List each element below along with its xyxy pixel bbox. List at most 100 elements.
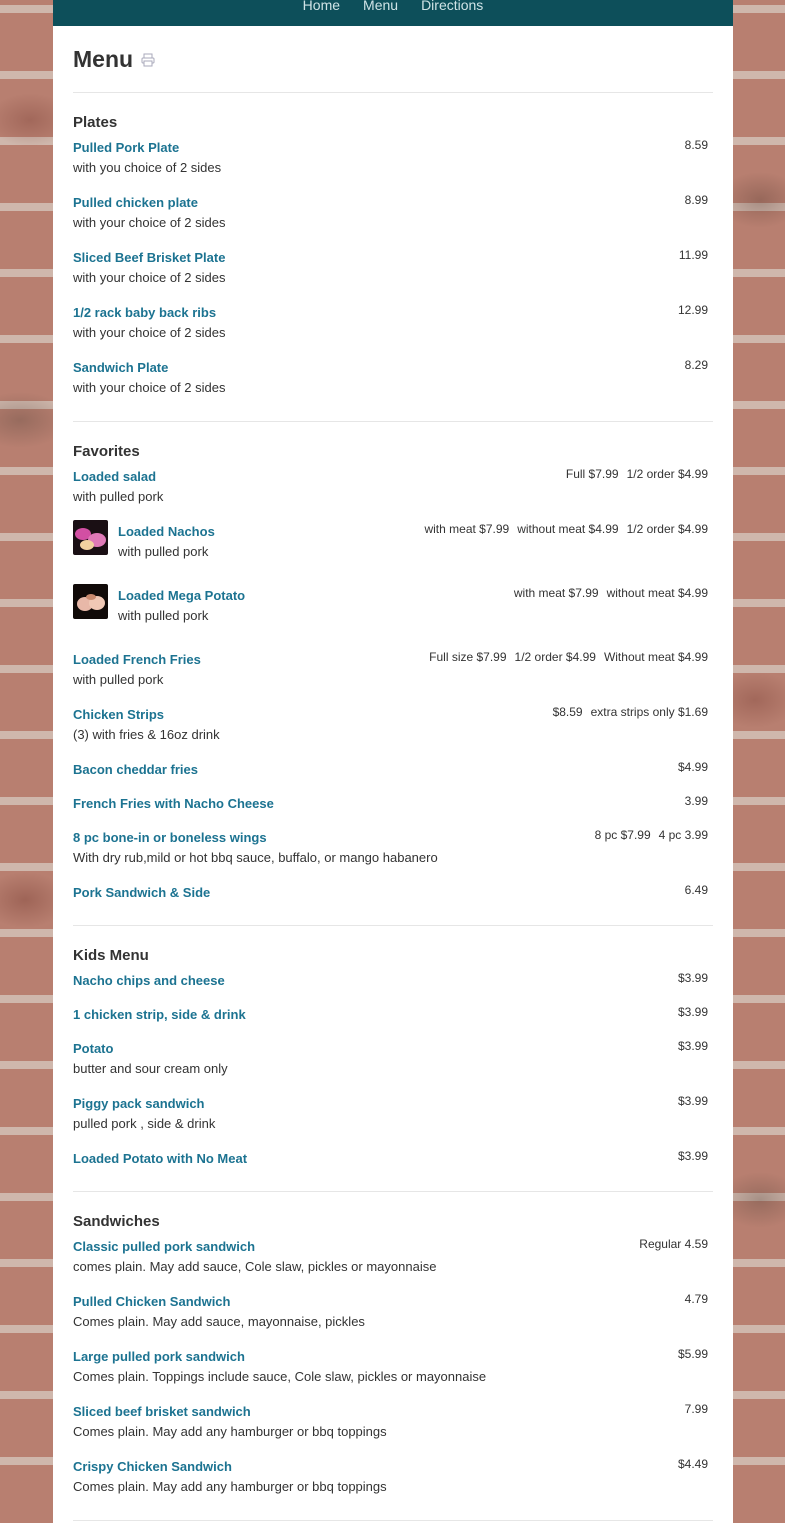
menu-item: Classic pulled pork sandwich comes plain.… — [73, 1237, 713, 1292]
menu-item-description: comes plain. May add sauce, Cole slaw, p… — [73, 1259, 437, 1274]
menu-item-text: Nacho chips and cheese — [73, 971, 713, 991]
price-label: 11.99 — [678, 248, 708, 262]
menu-item-description: with your choice of 2 sides — [73, 270, 226, 285]
menu-item-name-link[interactable]: Loaded Potato with No Meat — [73, 1149, 713, 1169]
menu-item: Loaded Potato with No Meat $3.99 — [73, 1149, 713, 1183]
menu-item-text: Pork Sandwich & Side — [73, 883, 713, 903]
price-label: without meat $4.99 — [606, 586, 708, 600]
menu-item-description: butter and sour cream only — [73, 1061, 228, 1076]
menu-item-name-link[interactable]: Crispy Chicken Sandwich — [73, 1457, 713, 1477]
menu-item-name-link[interactable]: 1 chicken strip, side & drink — [73, 1005, 713, 1025]
menu-item: 8 pc bone-in or boneless wings With dry r… — [73, 828, 713, 883]
price-label: 1/2 order $4.99 — [514, 650, 596, 664]
menu-item-prices: Regular 4.59 — [631, 1234, 708, 1254]
price-label: Full $7.99 — [565, 467, 619, 481]
price-label: extra strips only $1.69 — [590, 705, 708, 719]
menu-item-prices: with meat $7.99 without meat $4.99 1/2 ord… — [416, 519, 708, 539]
menu-item: Pulled Pork Plate with you choice of 2 si… — [73, 138, 713, 193]
menu-item-prices: 11.99 — [671, 245, 708, 265]
price-label: 1/2 order $4.99 — [626, 467, 708, 481]
menu-item-name-link[interactable]: Nacho chips and cheese — [73, 971, 713, 991]
menu-item: Loaded French Fries with pulled pork Full … — [73, 650, 713, 705]
menu-item-name-link[interactable]: Piggy pack sandwich — [73, 1094, 713, 1114]
menu-section: Favorites Loaded salad with pulled pork Ful… — [73, 422, 713, 926]
price-label: $3.99 — [677, 1005, 708, 1019]
top-nav: Home Menu Directions — [53, 0, 733, 26]
menu-item-name-link[interactable]: Classic pulled pork sandwich — [73, 1237, 713, 1257]
menu-item-name-link[interactable]: Potato — [73, 1039, 713, 1059]
price-label: 4 pc 3.99 — [658, 828, 708, 842]
price-label: 3.99 — [684, 794, 708, 808]
page-header: Menu — [73, 46, 713, 93]
menu-item-name-link[interactable]: Pork Sandwich & Side — [73, 883, 713, 903]
price-label: 8.59 — [684, 138, 708, 152]
menu-item-description: with you choice of 2 sides — [73, 160, 222, 175]
menu-item-prices: 6.49 — [677, 880, 708, 900]
menu-item-prices: Full $7.99 1/2 order $4.99 — [558, 464, 708, 484]
nav-directions-link[interactable]: Directions — [421, 0, 483, 26]
menu-item-text: Large pulled pork sandwich Comes plain. T… — [73, 1347, 713, 1387]
menu-item-text: 1 chicken strip, side & drink — [73, 1005, 713, 1025]
menu-item: Sliced beef brisket sandwich Comes plain.… — [73, 1402, 713, 1457]
menu-item-name-link[interactable]: Pulled chicken plate — [73, 193, 713, 213]
nav-menu-link[interactable]: Menu — [363, 0, 398, 26]
price-label: $8.59 — [552, 705, 583, 719]
menu-item-description: (3) with fries & 16oz drink — [73, 727, 220, 742]
menu-item: French Fries with Nacho Cheese 3.99 — [73, 794, 713, 828]
menu-item-text: Pulled Chicken Sandwich Comes plain. May … — [73, 1292, 713, 1332]
price-label: with meat $7.99 — [424, 522, 510, 536]
menu-section: Plates Pulled Pork Plate with you choice o… — [73, 93, 713, 422]
menu-item-text: Pulled chicken plate with your choice of … — [73, 193, 713, 233]
menu-item-name-link[interactable]: Bacon cheddar fries — [73, 760, 713, 780]
menu-item-text: Sliced beef brisket sandwich Comes plain.… — [73, 1402, 713, 1442]
menu-item-description: Comes plain. May add any hamburger or bb… — [73, 1424, 387, 1439]
menu-item-prices: 8 pc $7.99 4 pc 3.99 — [587, 825, 708, 845]
menu-item-name-link[interactable]: Sliced beef brisket sandwich — [73, 1402, 713, 1422]
price-label: $4.99 — [677, 760, 708, 774]
potato-thumbnail[interactable] — [73, 584, 108, 619]
menu-item-description: with your choice of 2 sides — [73, 325, 226, 340]
menu-item-prices: 3.99 — [677, 791, 708, 811]
menu-item-prices: 8.59 — [677, 135, 708, 155]
menu-item-name-link[interactable]: Sliced Beef Brisket Plate — [73, 248, 713, 268]
menu-item-name-link[interactable]: Pulled Pork Plate — [73, 138, 713, 158]
menu-item-description: with pulled pork — [73, 489, 164, 504]
price-label: with meat $7.99 — [513, 586, 599, 600]
menu-item-prices: 12.99 — [670, 300, 708, 320]
menu-item-text: French Fries with Nacho Cheese — [73, 794, 713, 814]
menu-item-description: with pulled pork — [118, 544, 209, 559]
menu-item-name-link[interactable]: Large pulled pork sandwich — [73, 1347, 713, 1367]
menu-item-name-link[interactable]: 1/2 rack baby back ribs — [73, 303, 713, 323]
menu-item-prices: $8.59 extra strips only $1.69 — [545, 702, 708, 722]
printer-icon[interactable] — [141, 53, 155, 67]
menu-item: Potato butter and sour cream only $3.99 — [73, 1039, 713, 1094]
price-label: $4.49 — [677, 1457, 708, 1471]
menu-item-name-link[interactable]: Sandwich Plate — [73, 358, 713, 378]
price-label: 12.99 — [677, 303, 708, 317]
price-label: 8 pc $7.99 — [594, 828, 651, 842]
menu-item: Piggy pack sandwich pulled pork , side & … — [73, 1094, 713, 1149]
price-label: 4.79 — [684, 1292, 708, 1306]
price-label: $3.99 — [677, 1039, 708, 1053]
menu-item-description: pulled pork , side & drink — [73, 1116, 216, 1131]
menu-item-prices: with meat $7.99 without meat $4.99 — [506, 583, 708, 603]
menu-item-text: Classic pulled pork sandwich comes plain.… — [73, 1237, 713, 1277]
price-label: Without meat $4.99 — [603, 650, 708, 664]
menu-item-description: with your choice of 2 sides — [73, 215, 226, 230]
price-label: 8.29 — [684, 358, 708, 372]
menu-item-description: Comes plain. May add any hamburger or bb… — [73, 1479, 387, 1494]
nachos-thumbnail[interactable] — [73, 520, 108, 555]
section-title: Favorites — [73, 443, 140, 460]
menu-item-prices: $3.99 — [670, 1002, 708, 1022]
menu-item-name-link[interactable]: Pulled Chicken Sandwich — [73, 1292, 713, 1312]
menu-item-description: With dry rub,mild or hot bbq sauce, buff… — [73, 850, 438, 865]
menu-item-text: Sandwich Plate with your choice of 2 side… — [73, 358, 713, 398]
section-title: Plates — [73, 114, 118, 131]
price-label: 6.49 — [684, 883, 708, 897]
menu-item-prices: Full size $7.99 1/2 order $4.99 Without me… — [421, 647, 708, 667]
nav-home-link[interactable]: Home — [303, 0, 340, 26]
menu-item: 1 chicken strip, side & drink $3.99 — [73, 1005, 713, 1039]
menu-item-name-link[interactable]: French Fries with Nacho Cheese — [73, 794, 713, 814]
menu-item-description: with pulled pork — [73, 672, 164, 687]
menu-item: Loaded salad with pulled pork Full $7.99 1/… — [73, 467, 713, 522]
